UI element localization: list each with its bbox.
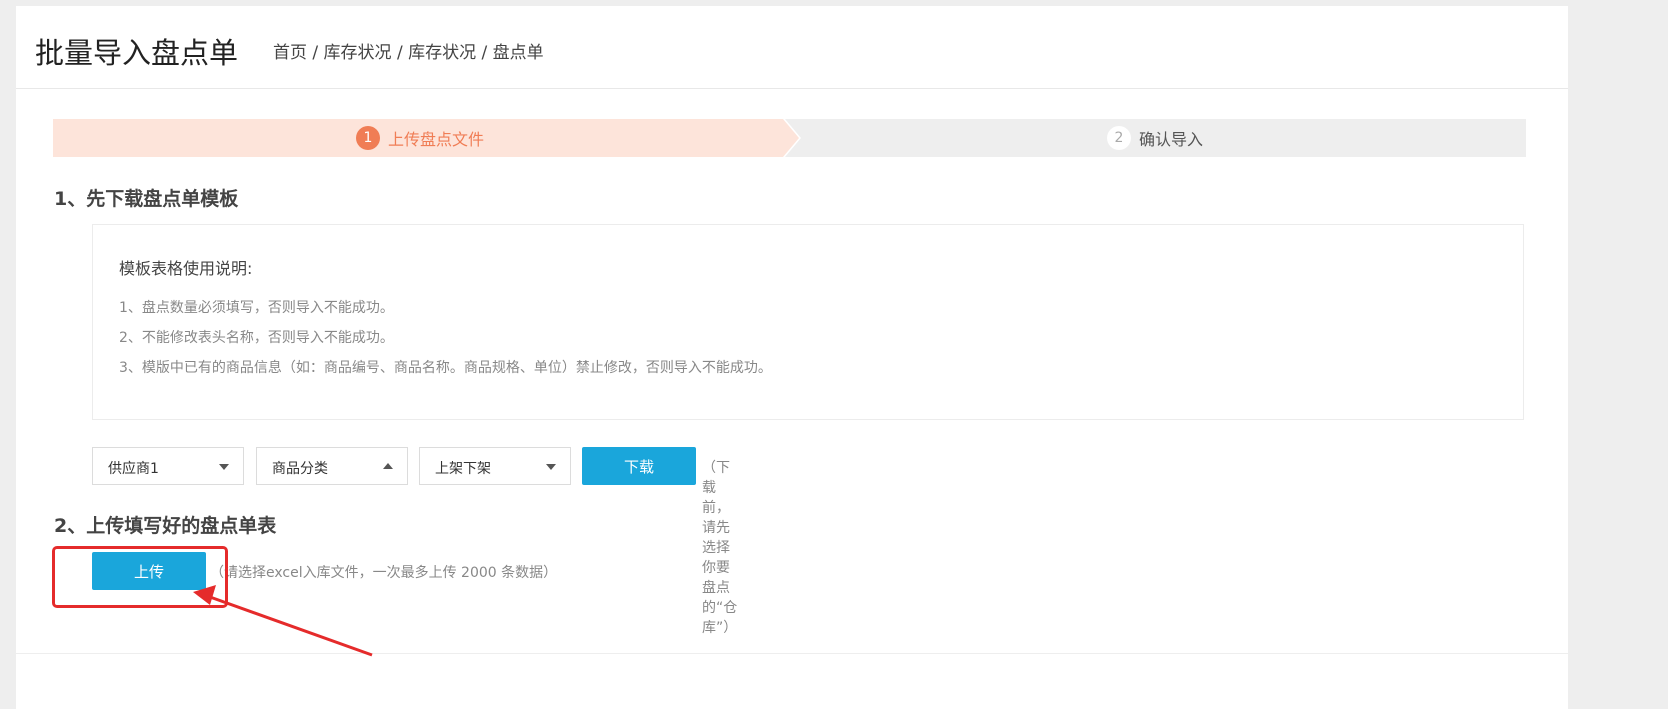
annotation-arrow-icon [193,585,373,657]
